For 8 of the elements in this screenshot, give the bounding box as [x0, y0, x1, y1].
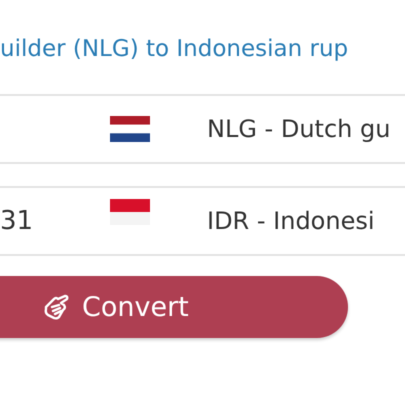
currency-select[interactable]: NLG - Dutch gu [207, 115, 405, 143]
hand-pointer-icon [42, 293, 70, 321]
currency-select[interactable]: IDR - Indonesi [207, 207, 405, 235]
amount-value: 31 [0, 206, 34, 236]
convert-button[interactable]: Convert [0, 276, 348, 338]
flag-icon [110, 116, 150, 142]
flag-icon [110, 199, 150, 225]
page-heading: uilder (NLG) to Indonesian rup [0, 35, 350, 64]
